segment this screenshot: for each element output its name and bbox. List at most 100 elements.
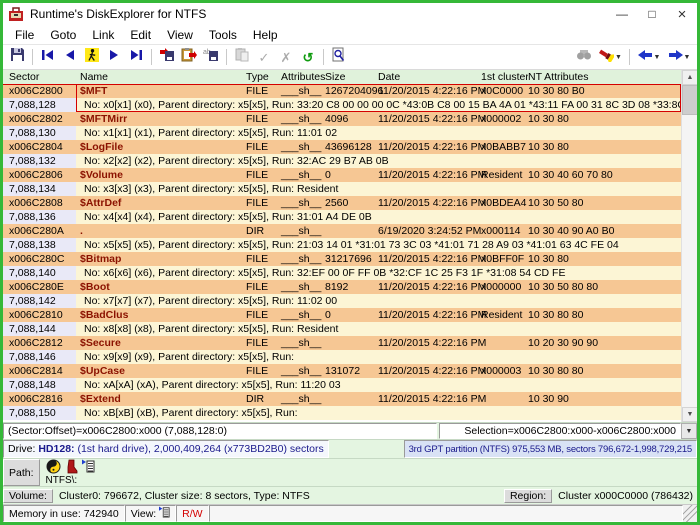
disk-icon[interactable] (46, 459, 61, 477)
cell-type: FILE (246, 112, 281, 126)
save-text-button[interactable]: ab (200, 47, 222, 68)
close-icon[interactable]: × (667, 3, 697, 25)
col-type[interactable]: Type (246, 70, 281, 84)
discard-button[interactable]: ✗ (275, 47, 297, 68)
history-forward-button[interactable]: ▼ (664, 47, 694, 68)
preview-button[interactable] (328, 47, 350, 68)
cell-sector: x006C2804 (3, 140, 76, 154)
copy-clipboard-button[interactable] (178, 47, 200, 68)
table-row-detail[interactable]: 7,088,138No: x5[x5] (x5), Parent directo… (3, 238, 681, 252)
cell-name: $Bitmap (76, 252, 246, 266)
table-row-detail[interactable]: 7,088,146No: x9[x9] (x9), Parent directo… (3, 350, 681, 364)
col-sector[interactable]: Sector (3, 70, 76, 84)
table-row[interactable]: x006C2808$AttrDefFILE___sh__256011/20/20… (3, 196, 681, 210)
cell-size: 0 (325, 168, 378, 182)
flashlight-button[interactable]: ▼ (595, 47, 625, 68)
selection-dropdown-button[interactable]: ▼ (681, 423, 697, 439)
table-row[interactable]: x006C280A.DIR___sh__6/19/2020 3:24:52 PM… (3, 224, 681, 238)
drive-info: Drive: HD128: (1st hard drive), 2,000,40… (3, 440, 329, 458)
view-list-icon[interactable] (159, 506, 170, 521)
cell-sector-decimal: 7,088,128 (3, 98, 76, 112)
next-sector-button[interactable] (103, 47, 125, 68)
scroll-down-icon[interactable]: ▼ (682, 407, 697, 422)
resize-grip[interactable] (683, 505, 697, 522)
floppy-export-icon (159, 47, 176, 67)
cell-nt-attributes: 10 30 80 (528, 140, 681, 154)
menu-edit[interactable]: Edit (122, 28, 159, 42)
path-label: Path: (3, 459, 40, 486)
apply-button[interactable]: ✓ (253, 47, 275, 68)
last-sector-button[interactable] (125, 47, 147, 68)
memory-usage: Memory in use: 742940 (3, 505, 125, 522)
table-row[interactable]: x006C2814$UpCaseFILE___sh__13107211/20/2… (3, 364, 681, 378)
col-nt-attributes[interactable]: NT Attributes (528, 70, 681, 84)
save-button[interactable] (6, 47, 28, 68)
table-row-detail[interactable]: 7,088,142No: x7[x7] (x7), Parent directo… (3, 294, 681, 308)
maximize-icon[interactable]: □ (637, 3, 667, 25)
table-row[interactable]: x006C2806$VolumeFILE___sh__011/20/2015 4… (3, 168, 681, 182)
table-row-detail[interactable]: 7,088,150No: xB[xB] (xB), Parent directo… (3, 406, 681, 420)
cell-sector-decimal: 7,088,142 (3, 294, 76, 308)
cell-name: $MFTMirr (76, 112, 246, 126)
cell-attributes: ___sh__ (281, 364, 325, 378)
history-back-button[interactable]: ▼ (634, 47, 664, 68)
menu-view[interactable]: View (159, 28, 201, 42)
table-row[interactable]: x006C280C$BitmapFILE___sh__3121769611/20… (3, 252, 681, 266)
menu-link[interactable]: Link (84, 28, 122, 42)
cell-size: 8192 (325, 280, 378, 294)
save-image-button[interactable] (156, 47, 178, 68)
table-row-detail[interactable]: 7,088,136No: x4[x4] (x4), Parent directo… (3, 210, 681, 224)
boot-icon[interactable] (65, 459, 78, 477)
cell-nt-attributes: 10 30 50 80 (528, 196, 681, 210)
view-list-icon[interactable] (82, 459, 95, 476)
menu-file[interactable]: File (7, 28, 42, 42)
cell-sector: x006C280E (3, 280, 76, 294)
paste-button[interactable] (231, 47, 253, 68)
menu-goto[interactable]: Goto (42, 28, 84, 42)
table-row-detail[interactable]: 7,088,134No: x3[x3] (x3), Parent directo… (3, 182, 681, 196)
prev-sector-button[interactable] (59, 47, 81, 68)
table-row[interactable]: x006C2812$SecureFILE___sh__11/20/2015 4:… (3, 336, 681, 350)
scrollbar-thumb[interactable] (682, 85, 697, 115)
table-row[interactable]: x006C2816$ExtendDIR___sh__11/20/2015 4:2… (3, 392, 681, 406)
scroll-up-icon[interactable]: ▲ (682, 70, 697, 85)
col-date[interactable]: Date (378, 70, 481, 84)
table-row-detail[interactable]: 7,088,130No: x1[x1] (x1), Parent directo… (3, 126, 681, 140)
goto-button[interactable] (81, 47, 103, 68)
table-row[interactable]: x006C280E$BootFILE___sh__819211/20/2015 … (3, 280, 681, 294)
col-name[interactable]: Name (76, 70, 246, 84)
first-sector-button[interactable] (37, 47, 59, 68)
menu-help[interactable]: Help (245, 28, 286, 42)
chevron-down-icon: ▼ (615, 54, 622, 61)
table-row[interactable]: x006C2810$BadClusFILE___sh__011/20/2015 … (3, 308, 681, 322)
path-value[interactable]: NTFS\: (46, 475, 693, 486)
table-row[interactable]: x006C2800$MFTFILE___sh__126720409611/20/… (3, 84, 681, 98)
refresh-button[interactable]: ↺ (297, 47, 319, 68)
table-row-detail[interactable]: 7,088,140No: x6[x6] (x6), Parent directo… (3, 266, 681, 280)
paste-icon (235, 47, 249, 67)
binoculars-icon (576, 48, 592, 66)
cell-sector: x006C2808 (3, 196, 76, 210)
table-row-detail[interactable]: 7,088,128No: x0[x1] (x0), Parent directo… (3, 98, 681, 112)
menu-tools[interactable]: Tools (201, 28, 245, 42)
col-1st-cluster[interactable]: 1st cluster (481, 70, 528, 84)
clipboard-export-icon (181, 47, 197, 67)
table-row[interactable]: x006C2802$MFTMirrFILE___sh__409611/20/20… (3, 112, 681, 126)
col-attributes[interactable]: Attributes (281, 70, 325, 84)
cell-attributes: ___sh__ (281, 280, 325, 294)
cell-run-detail: No: x7[x7] (x7), Parent directory: x5[x5… (76, 294, 681, 308)
cell-nt-attributes: 10 30 80 (528, 112, 681, 126)
cell-run-detail: No: x3[x3] (x3), Parent directory: x5[x5… (76, 182, 681, 196)
cell-run-detail: No: x9[x9] (x9), Parent directory: x5[x5… (76, 350, 681, 364)
cell-attributes: ___sh__ (281, 112, 325, 126)
table-row[interactable]: x006C2804$LogFileFILE___sh__4369612811/2… (3, 140, 681, 154)
cell-nt-attributes: 10 30 80 B0 (528, 84, 681, 98)
blue-arrow-left-icon (638, 48, 653, 66)
table-row-detail[interactable]: 7,088,148No: xA[xA] (xA), Parent directo… (3, 378, 681, 392)
vertical-scrollbar[interactable]: ▲ ▼ (681, 70, 697, 422)
table-row-detail[interactable]: 7,088,144No: x8[x8] (x8), Parent directo… (3, 322, 681, 336)
table-row-detail[interactable]: 7,088,132No: x2[x2] (x2), Parent directo… (3, 154, 681, 168)
search-button[interactable] (573, 47, 595, 68)
minimize-icon[interactable]: — (607, 3, 637, 25)
col-size[interactable]: Size (325, 70, 378, 84)
